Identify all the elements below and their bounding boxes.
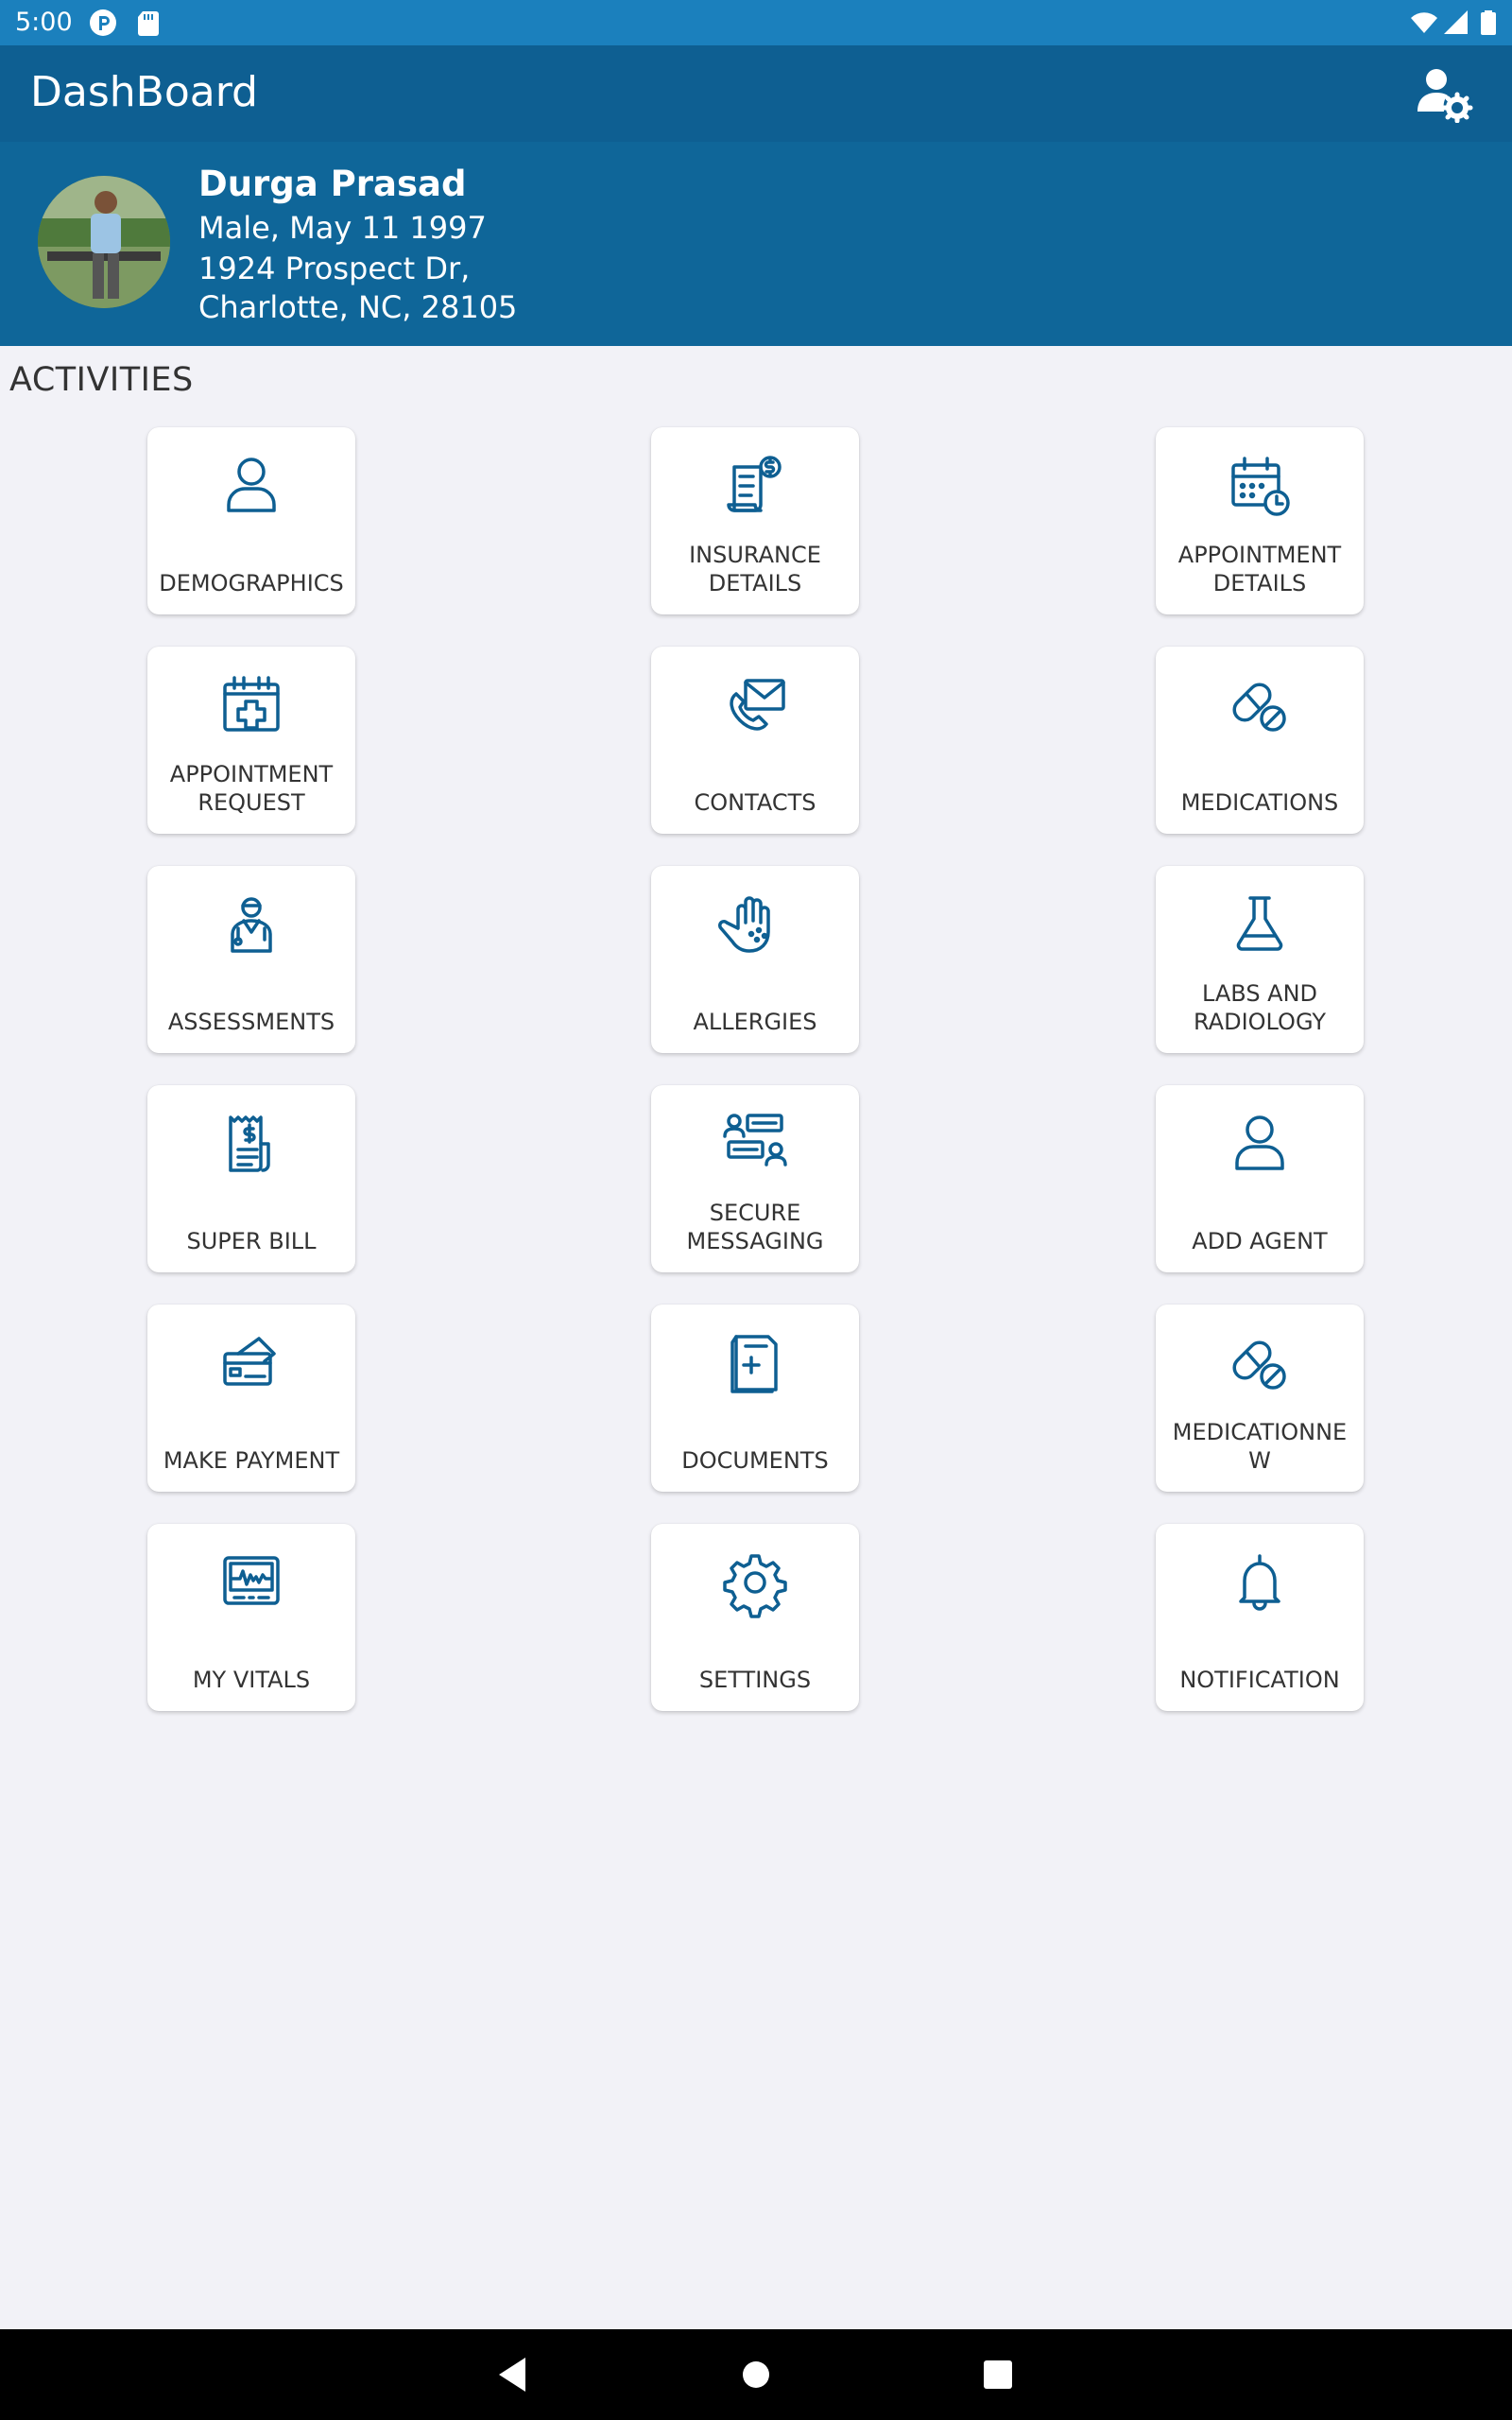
activity-card-documents[interactable]: DOCUMENTS — [651, 1305, 859, 1492]
signal-icon — [1444, 10, 1468, 34]
activity-label: SETTINGS — [698, 1667, 812, 1693]
activity-card-contacts[interactable]: CONTACTS — [651, 647, 859, 834]
gear-icon — [723, 1554, 787, 1618]
status-time: 5:00 — [15, 8, 73, 37]
p-icon — [90, 9, 116, 36]
receipt-icon — [229, 1115, 270, 1172]
back-icon[interactable] — [491, 2352, 537, 2397]
doctor-icon — [231, 897, 272, 953]
activity-label: MEDICATIONS — [1180, 789, 1339, 816]
activity-card-demographics[interactable]: DEMOGRAPHICS — [147, 427, 355, 614]
activity-label: ALLERGIES — [693, 1009, 817, 1035]
activity-card-assessments[interactable]: ASSESSMENTS — [147, 866, 355, 1053]
calendar-plus-icon — [223, 676, 280, 732]
user-icon — [227, 458, 276, 512]
phone-mail-icon — [730, 679, 785, 731]
activity-card-insurance-details[interactable]: INSURANCE DETAILS — [651, 427, 859, 614]
activity-card-medications[interactable]: MEDICATIONS — [1156, 647, 1364, 834]
activity-label: MEDICATIONNE W — [1172, 1419, 1348, 1474]
page-title: DashBoard — [30, 68, 258, 116]
document-icon — [730, 1335, 778, 1393]
activity-card-my-vitals[interactable]: MY VITALS — [147, 1524, 355, 1711]
activity-label: APPOINTMENT DETAILS — [1177, 542, 1342, 596]
bell-icon — [1239, 1554, 1280, 1611]
status-bar: 5:00 — [0, 0, 1512, 45]
calendar-clock-icon — [1231, 457, 1290, 516]
activity-card-labs-and-radiology[interactable]: LABS AND RADIOLOGY — [1156, 866, 1364, 1053]
activity-label: APPOINTMENT REQUEST — [169, 761, 334, 816]
activity-card-secure-messaging[interactable]: SECURE MESSAGING — [651, 1085, 859, 1272]
activity-label: LABS AND RADIOLOGY — [1193, 980, 1327, 1035]
profile-gender-dob: Male, May 11 1997 — [198, 210, 487, 246]
activity-card-medicationne-w[interactable]: MEDICATIONNE W — [1156, 1305, 1364, 1492]
system-nav-bar — [0, 2329, 1512, 2420]
activity-label: DOCUMENTS — [681, 1447, 829, 1474]
activity-label: MY VITALS — [192, 1667, 311, 1693]
activity-label: ADD AGENT — [1192, 1228, 1328, 1254]
pill-icon — [1232, 1340, 1286, 1390]
credit-card-icon — [223, 1337, 276, 1386]
activity-card-appointment-request[interactable]: APPOINTMENT REQUEST — [147, 647, 355, 834]
activity-card-add-agent[interactable]: ADD AGENT — [1156, 1085, 1364, 1272]
recents-icon[interactable] — [975, 2352, 1021, 2397]
app-bar: DashBoard — [0, 45, 1512, 142]
activity-label: NOTIFICATION — [1179, 1667, 1340, 1693]
activity-card-make-payment[interactable]: MAKE PAYMENT — [147, 1305, 355, 1492]
section-title: ACTIVITIES — [9, 361, 194, 399]
activity-label: INSURANCE DETAILS — [689, 542, 821, 596]
avatar[interactable] — [38, 176, 170, 308]
activity-label: SECURE MESSAGING — [686, 1200, 824, 1254]
activity-label: CONTACTS — [694, 789, 816, 816]
activity-card-notification[interactable]: NOTIFICATION — [1156, 1524, 1364, 1711]
activity-card-allergies[interactable]: ALLERGIES — [651, 866, 859, 1053]
activity-card-appointment-details[interactable]: APPOINTMENT DETAILS — [1156, 427, 1364, 614]
home-icon[interactable] — [733, 2352, 779, 2397]
monitor-icon — [223, 1556, 280, 1605]
activity-card-settings[interactable]: SETTINGS — [651, 1524, 859, 1711]
user-icon — [1235, 1115, 1284, 1170]
hand-icon — [718, 896, 770, 953]
profile-name: Durga Prasad — [198, 164, 467, 204]
activity-label: DEMOGRAPHICS — [159, 570, 344, 596]
profile-address-line1: 1924 Prospect Dr, — [198, 251, 471, 286]
insurance-icon — [727, 456, 782, 512]
profile-address-line2: Charlotte, NC, 28105 — [198, 289, 518, 325]
activity-card-super-bill[interactable]: SUPER BILL — [147, 1085, 355, 1272]
battery-icon — [1481, 10, 1496, 35]
sd-card-icon — [138, 11, 159, 36]
activity-label: SUPER BILL — [186, 1228, 317, 1254]
pill-icon — [1232, 683, 1286, 732]
flask-icon — [1236, 896, 1283, 951]
chat-icon — [723, 1114, 787, 1167]
activity-label: MAKE PAYMENT — [163, 1447, 340, 1474]
user-settings-icon[interactable] — [1414, 66, 1474, 123]
wifi-icon — [1411, 12, 1437, 33]
profile-header: Durga Prasad Male, May 11 1997 1924 Pros… — [0, 142, 1512, 346]
activity-label: ASSESSMENTS — [167, 1009, 335, 1035]
